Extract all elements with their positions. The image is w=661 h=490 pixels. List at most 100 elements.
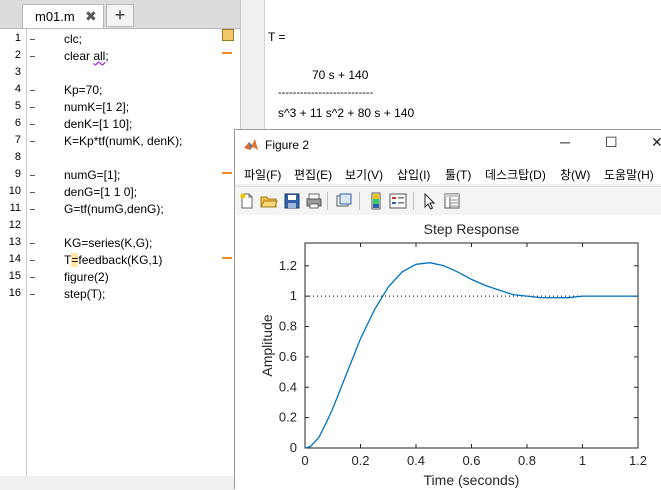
line-number: 13: [8, 236, 21, 248]
close-button[interactable]: ✕: [651, 134, 661, 151]
toolbar-separator: [359, 192, 360, 210]
x-tick-label: 0: [301, 453, 308, 468]
y-tick-label: 1: [290, 288, 297, 303]
breakpoint-marker[interactable]: [30, 243, 35, 244]
figure-canvas[interactable]: 0 0.2 0.4 0.6 0.8 1 1.2 0 0.2 0.4 0.6 0.8 1 1.2 Step R…: [235, 215, 661, 490]
menu-file[interactable]: 파일(F): [244, 166, 281, 183]
figure-title: Figure 2: [265, 138, 310, 152]
plot-axes[interactable]: [304, 242, 639, 449]
y-tick-label: 0.8: [279, 319, 297, 334]
line-number: 9: [14, 168, 21, 180]
code-line[interactable]: KG=series(K,G);: [64, 236, 152, 250]
editor-tab-m01[interactable]: m01.m ✖: [22, 4, 104, 28]
keyword-all: all: [93, 49, 106, 63]
breakpoint-marker[interactable]: [30, 192, 35, 193]
breakpoint-marker[interactable]: [30, 56, 35, 57]
close-tab-icon[interactable]: ✖: [85, 8, 97, 25]
breakpoint-marker[interactable]: [30, 175, 35, 176]
property-inspector-icon[interactable]: [443, 192, 461, 210]
x-tick-label: 0.6: [462, 453, 480, 468]
figure-window[interactable]: Figure 2 ─ ☐ ✕ 파일(F) 편집(E) 보기(V) 삽입(I) 툴…: [234, 129, 661, 490]
line-number: 10: [8, 185, 21, 197]
save-icon[interactable]: [283, 192, 301, 210]
code-editor[interactable]: m01.m ✖ + 1 clc; 2 clear all; 3 4 Kp=70; 5 numK=…: [0, 0, 240, 476]
matlab-logo-icon: [244, 139, 258, 150]
breakpoint-marker[interactable]: [30, 260, 35, 261]
breakpoint-marker[interactable]: [30, 209, 35, 210]
new-tab-button[interactable]: +: [106, 4, 134, 27]
menu-insert[interactable]: 삽입(I): [397, 166, 430, 183]
figure-menu-bar: 파일(F) 편집(E) 보기(V) 삽입(I) 툴(T) 데스크탑(D) 창(W…: [235, 160, 661, 184]
warning-marker[interactable]: [222, 172, 232, 174]
minimize-button[interactable]: ─: [560, 134, 570, 150]
code-line[interactable]: Kp=70;: [64, 83, 102, 97]
gutter-divider: [26, 29, 27, 476]
y-tick-label: 0.2: [279, 410, 297, 425]
menu-view[interactable]: 보기(V): [345, 166, 383, 183]
code-line[interactable]: figure(2): [64, 270, 109, 284]
tf-numerator: 70 s + 140: [312, 68, 369, 82]
line-number: 14: [8, 253, 21, 265]
x-tick-label: 0.4: [407, 453, 425, 468]
new-figure-icon[interactable]: [238, 192, 256, 210]
chart-title: Step Response: [424, 221, 520, 237]
figure-title-bar[interactable]: Figure 2 ─ ☐ ✕: [235, 130, 661, 160]
open-file-icon[interactable]: [260, 192, 278, 210]
code-line[interactable]: denK=[1 10];: [64, 117, 132, 131]
y-tick-label: 1.2: [279, 258, 297, 273]
line-number: 8: [14, 151, 21, 163]
link-plot-icon[interactable]: [335, 192, 353, 210]
x-tick-label: 1: [579, 453, 586, 468]
code-line[interactable]: K=Kp*tf(numK, denK);: [64, 134, 182, 148]
menu-tools[interactable]: 툴(T): [445, 166, 471, 183]
line-number: 11: [9, 202, 21, 214]
tab-label: m01.m: [35, 9, 75, 24]
line-number: 2: [14, 49, 21, 61]
output-variable: T =: [268, 30, 286, 44]
code-line[interactable]: clc;: [64, 32, 82, 46]
x-axis-label: Time (seconds): [424, 472, 520, 488]
step-response-plot[interactable]: 0 0.2 0.4 0.6 0.8 1 1.2 0 0.2 0.4 0.6 0.8 1 1.2 Step R…: [235, 215, 661, 490]
line-number: 16: [8, 287, 21, 299]
menu-help[interactable]: 도움말(H): [604, 166, 654, 183]
menu-edit[interactable]: 편집(E): [294, 166, 332, 183]
code-line[interactable]: numK=[1 2];: [64, 100, 129, 114]
code-line[interactable]: clear all;: [64, 49, 109, 63]
insert-legend-icon[interactable]: [389, 192, 407, 210]
breakpoint-marker[interactable]: [30, 39, 35, 40]
code-line[interactable]: G=tf(numG,denG);: [64, 202, 164, 216]
line-number: 12: [8, 219, 21, 231]
figure-toolbar: [235, 186, 661, 216]
toolbar-separator: [413, 192, 414, 210]
line-number: 1: [14, 32, 21, 44]
menu-desktop[interactable]: 데스크탑(D): [485, 166, 546, 183]
line-number: 5: [14, 100, 21, 112]
print-icon[interactable]: [305, 192, 323, 210]
y-axis-label: Amplitude: [259, 314, 275, 376]
y-tick-label: 0.4: [279, 379, 297, 394]
line-number: 6: [14, 117, 21, 129]
code-line[interactable]: step(T);: [64, 287, 105, 301]
code-line[interactable]: T=feedback(KG,1): [64, 253, 162, 267]
breakpoint-marker[interactable]: [30, 90, 35, 91]
breakpoint-marker[interactable]: [30, 107, 35, 108]
code-line[interactable]: numG=[1];: [64, 168, 120, 182]
breakpoint-marker[interactable]: [30, 124, 35, 125]
breakpoint-marker[interactable]: [30, 294, 35, 295]
y-tick-label: 0: [290, 440, 297, 455]
edit-plot-icon[interactable]: [421, 192, 439, 210]
code-line[interactable]: denG=[1 1 0];: [64, 185, 137, 199]
code-analyzer-status-icon[interactable]: [222, 29, 234, 41]
missing-semicolon-highlight: =: [71, 253, 79, 267]
toolbar-separator: [327, 192, 328, 210]
line-number: 15: [8, 270, 21, 282]
breakpoint-marker[interactable]: [30, 277, 35, 278]
warning-marker[interactable]: [222, 52, 232, 54]
y-tick-label: 0.6: [279, 349, 297, 364]
maximize-button[interactable]: ☐: [605, 134, 618, 151]
insert-colorbar-icon[interactable]: [367, 192, 385, 210]
line-number: 7: [14, 134, 21, 146]
breakpoint-marker[interactable]: [30, 141, 35, 142]
warning-marker[interactable]: [222, 257, 232, 259]
menu-window[interactable]: 창(W): [560, 166, 590, 183]
